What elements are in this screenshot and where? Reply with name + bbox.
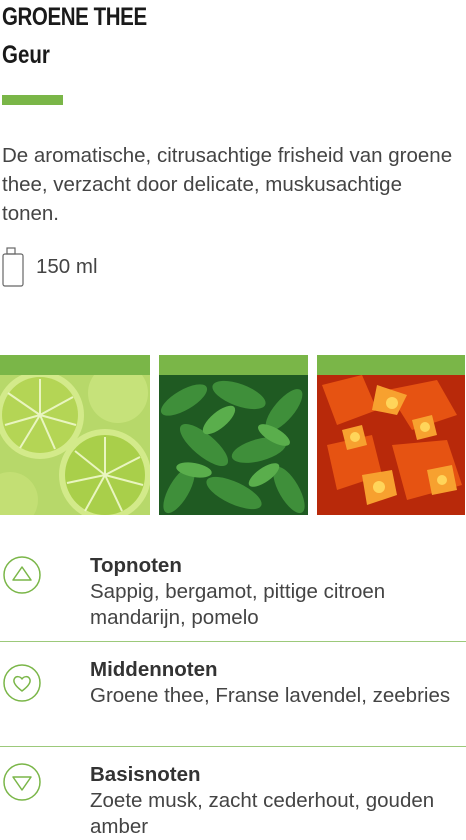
lime-photo	[0, 355, 150, 515]
note-title: Middennoten	[90, 658, 218, 681]
divider	[0, 746, 466, 747]
photo-tab	[317, 355, 465, 375]
volume-text: 150 ml	[36, 255, 98, 278]
note-title: Topnoten	[90, 554, 182, 577]
note-text: Zoete musk, zacht cederhout, gouden ambe…	[90, 789, 435, 838]
bottle-icon	[2, 247, 24, 287]
product-title: GROENE THEE	[2, 3, 147, 31]
volume-row: 150 ml	[2, 246, 98, 288]
photo-tab	[159, 355, 308, 375]
note-text: Sappig, bergamot, pittige citroen mandar…	[90, 580, 386, 629]
note-text: Groene thee, Franse lavendel, zeebries	[90, 684, 451, 707]
photo-tab	[0, 355, 150, 375]
triangle-down-icon	[2, 762, 42, 802]
product-description: De aromatische, citrusachtige frisheid v…	[2, 144, 453, 225]
divider	[0, 641, 466, 642]
tea-leaves-photo	[159, 355, 308, 515]
note-title: Basisnoten	[90, 763, 201, 786]
triangle-up-icon	[2, 555, 42, 595]
accent-bar	[2, 95, 63, 105]
product-subtitle: Geur	[2, 41, 50, 69]
heart-icon	[2, 663, 42, 703]
amber-photo	[317, 355, 465, 515]
